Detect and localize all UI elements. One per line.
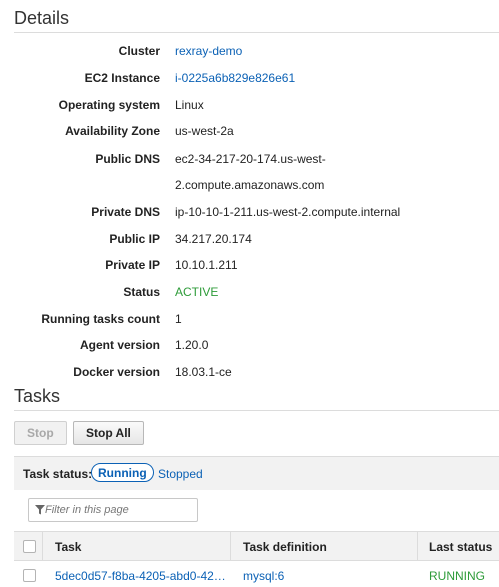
filter-input[interactable] (45, 499, 195, 521)
task-definition-link[interactable]: mysql:6 (243, 569, 284, 583)
running-filter-pill[interactable]: Running (91, 463, 154, 482)
column-header-last-status[interactable]: Last status (429, 540, 492, 554)
detail-row-private-ip: Private IP 10.10.1.211 (0, 258, 499, 284)
detail-row-ec2-instance: EC2 Instance i-0225a6b829e826e61 (0, 71, 499, 97)
detail-value: ec2-34-217-20-174.us-west- (175, 152, 326, 166)
task-status-label: Task status: (23, 467, 93, 481)
column-header-task[interactable]: Task (55, 540, 81, 554)
detail-label: Docker version (73, 365, 160, 379)
detail-label: EC2 Instance (84, 71, 160, 85)
stop-button[interactable]: Stop (14, 421, 67, 445)
detail-row-public-dns: Public DNS ec2-34-217-20-174.us-west- (0, 152, 499, 178)
detail-label: Running tasks count (41, 312, 160, 326)
select-all-checkbox[interactable] (23, 540, 36, 553)
last-status-value: RUNNING (429, 569, 485, 583)
column-header-task-definition[interactable]: Task definition (243, 540, 327, 554)
detail-row-public-dns-cont: 2.compute.amazonaws.com (0, 178, 499, 204)
col-separator (42, 532, 43, 560)
detail-label: Private DNS (91, 205, 160, 219)
detail-row-az: Availability Zone us-west-2a (0, 124, 499, 150)
task-id-link[interactable]: 5dec0d57-f8ba-4205-abd0-42… (55, 569, 226, 583)
filter-search-box (28, 498, 198, 522)
detail-label: Operating system (58, 98, 160, 112)
detail-label: Availability Zone (65, 124, 160, 138)
detail-row-docker-version: Docker version 18.03.1-ce (0, 365, 499, 391)
tasks-title: Tasks (14, 386, 61, 406)
detail-label: Public DNS (95, 152, 160, 166)
task-status-filter-bar: Task status: Running Stopped (14, 456, 499, 490)
detail-value: Linux (175, 98, 204, 112)
detail-row-public-ip: Public IP 34.217.20.174 (0, 232, 499, 258)
col-separator (230, 532, 231, 560)
details-divider (14, 32, 499, 33)
detail-value: 2.compute.amazonaws.com (175, 178, 325, 192)
detail-value: 1 (175, 312, 182, 326)
detail-label: Private IP (105, 258, 160, 272)
detail-row-agent-version: Agent version 1.20.0 (0, 338, 499, 364)
detail-label: Status (123, 285, 160, 299)
ec2-instance-link[interactable]: i-0225a6b829e826e61 (175, 71, 295, 85)
filter-icon (35, 505, 45, 515)
col-separator (417, 532, 418, 560)
tasks-table-header: Task Task definition Last status (14, 531, 499, 561)
detail-row-status: Status ACTIVE (0, 285, 499, 311)
table-row: 5dec0d57-f8ba-4205-abd0-42… mysql:6 RUNN… (14, 563, 499, 587)
detail-value: ip-10-10-1-211.us-west-2.compute.interna… (175, 205, 401, 219)
status-value: ACTIVE (175, 285, 219, 299)
detail-value: 34.217.20.174 (175, 232, 252, 246)
detail-label: Public IP (109, 232, 160, 246)
detail-row-running-tasks: Running tasks count 1 (0, 312, 499, 338)
detail-row-os: Operating system Linux (0, 98, 499, 124)
tasks-divider (14, 410, 499, 411)
stopped-filter-link[interactable]: Stopped (158, 467, 203, 481)
detail-value: 1.20.0 (175, 338, 209, 352)
detail-value: 18.03.1-ce (175, 365, 232, 379)
detail-row-cluster: Cluster rexray-demo (0, 44, 499, 70)
detail-label: Agent version (79, 338, 160, 352)
detail-value: us-west-2a (175, 124, 234, 138)
stop-all-button[interactable]: Stop All (73, 421, 144, 445)
cluster-link[interactable]: rexray-demo (175, 44, 242, 58)
row-checkbox[interactable] (23, 569, 36, 582)
detail-row-private-dns: Private DNS ip-10-10-1-211.us-west-2.com… (0, 205, 499, 231)
detail-value: 10.10.1.211 (175, 258, 238, 272)
details-title: Details (14, 8, 70, 28)
detail-label: Cluster (118, 44, 160, 58)
